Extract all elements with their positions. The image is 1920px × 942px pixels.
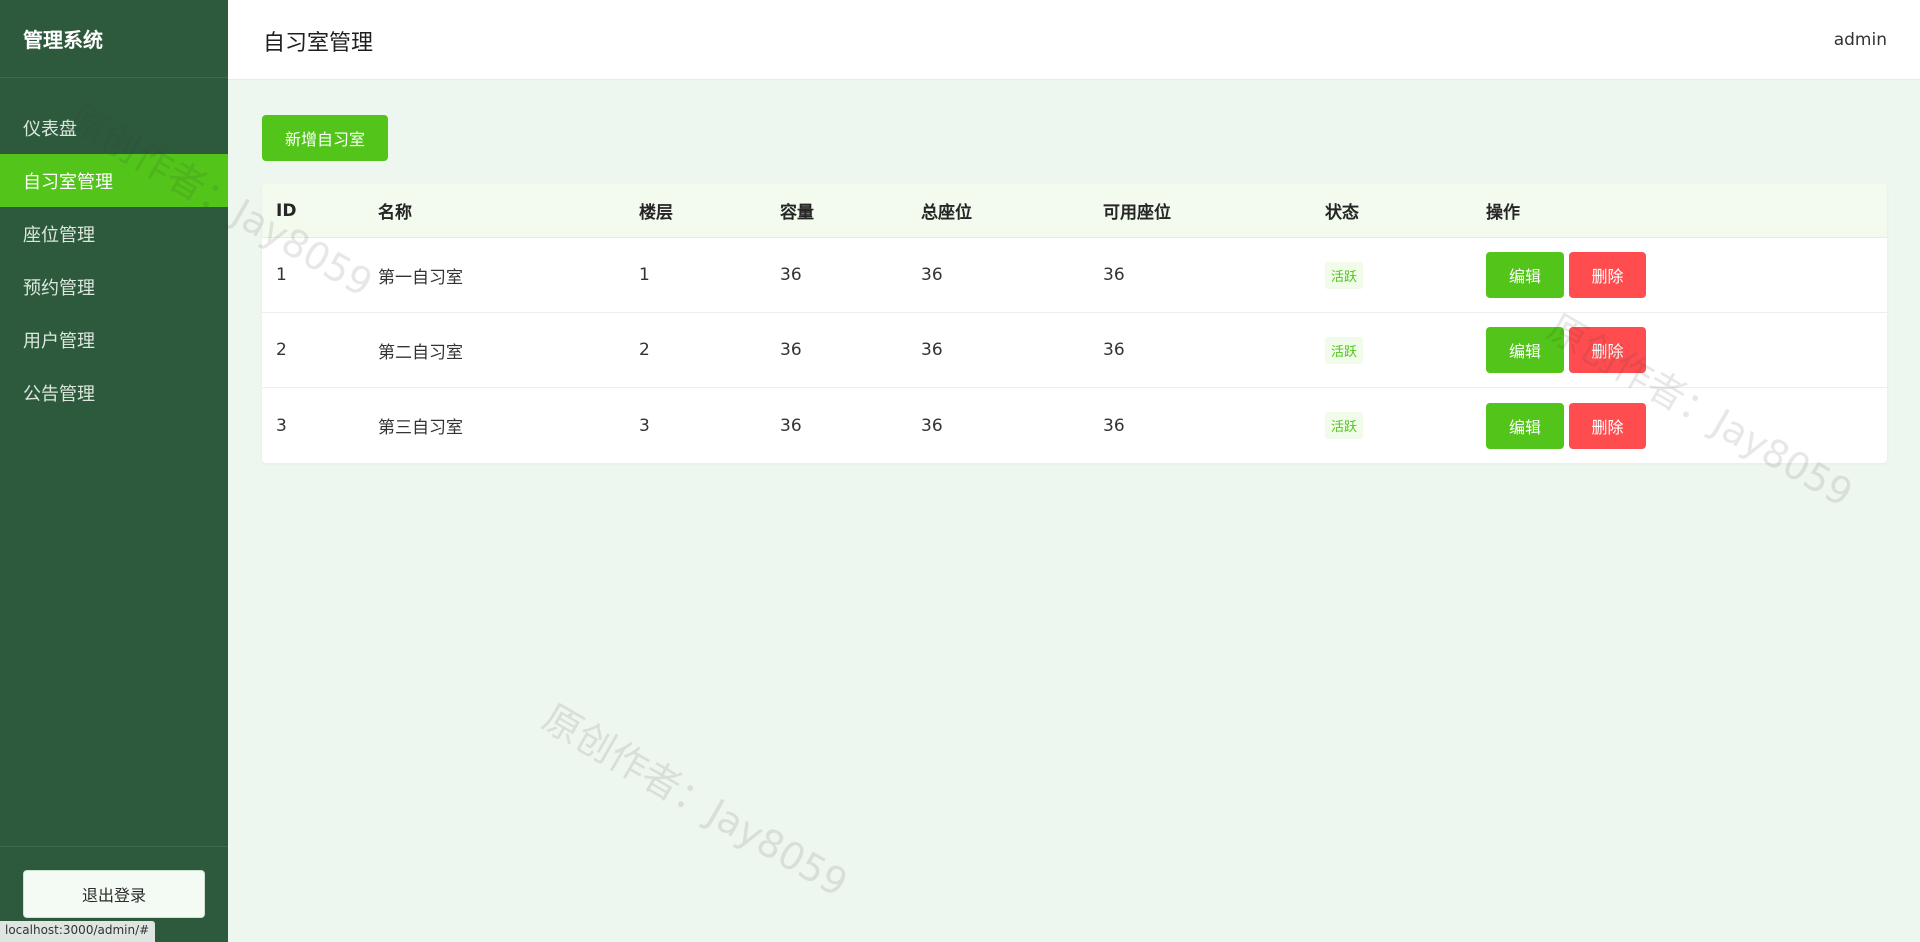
brand-title: 管理系统 bbox=[0, 0, 228, 78]
logout-button[interactable]: 退出登录 bbox=[23, 870, 205, 918]
top-header: 自习室管理 admin bbox=[228, 0, 1920, 80]
sidebar: 管理系统 仪表盘 自习室管理 座位管理 预约管理 用户管理 公告管理 退出登录 bbox=[0, 0, 228, 942]
edit-button[interactable]: 编辑 bbox=[1486, 252, 1564, 298]
sidebar-item-seats[interactable]: 座位管理 bbox=[0, 207, 228, 260]
column-header-status: 状态 bbox=[1325, 203, 1359, 223]
cell-status: 活跃 bbox=[1325, 238, 1364, 312]
delete-button[interactable]: 删除 bbox=[1569, 327, 1646, 373]
current-user: admin bbox=[1833, 30, 1887, 50]
cell-floor: 3 bbox=[639, 415, 650, 436]
sidebar-nav: 仪表盘 自习室管理 座位管理 预约管理 用户管理 公告管理 bbox=[0, 101, 228, 419]
cell-available-seats: 36 bbox=[1103, 415, 1125, 436]
delete-button[interactable]: 删除 bbox=[1569, 402, 1646, 449]
cell-id: 3 bbox=[276, 415, 287, 436]
cell-total-seats: 36 bbox=[921, 340, 943, 360]
edit-button[interactable]: 编辑 bbox=[1486, 327, 1564, 373]
sidebar-item-users[interactable]: 用户管理 bbox=[0, 313, 228, 366]
cell-name: 第三自习室 bbox=[378, 418, 463, 438]
add-study-room-button[interactable]: 新增自习室 bbox=[262, 115, 388, 161]
column-header-floor: 楼层 bbox=[639, 203, 673, 223]
cell-available-seats: 36 bbox=[1103, 265, 1125, 285]
app-root: 管理系统 仪表盘 自习室管理 座位管理 预约管理 用户管理 公告管理 退出登录 … bbox=[0, 0, 1920, 942]
column-header-name: 名称 bbox=[378, 203, 412, 223]
cell-floor: 1 bbox=[639, 265, 650, 285]
edit-button[interactable]: 编辑 bbox=[1486, 402, 1564, 449]
cell-actions: 编辑 删除 bbox=[1486, 238, 1646, 312]
cell-actions: 编辑 删除 bbox=[1486, 313, 1646, 387]
cell-total-seats: 36 bbox=[921, 265, 943, 285]
sidebar-item-dashboard[interactable]: 仪表盘 bbox=[0, 101, 228, 154]
column-header-available-seats: 可用座位 bbox=[1103, 203, 1171, 223]
cell-name: 第二自习室 bbox=[378, 342, 463, 363]
cell-capacity: 36 bbox=[780, 265, 802, 285]
sidebar-item-reservations[interactable]: 预约管理 bbox=[0, 260, 228, 313]
sidebar-item-study-rooms[interactable]: 自习室管理 bbox=[0, 154, 228, 207]
table-row: 2 第二自习室 2 36 36 36 活跃 编辑 删除 bbox=[262, 313, 1887, 388]
status-badge: 活跃 bbox=[1325, 412, 1364, 439]
table-header: ID 名称 楼层 容量 总座位 可用座位 状态 操作 bbox=[262, 184, 1887, 238]
column-header-actions: 操作 bbox=[1486, 203, 1520, 223]
watermark-text: 原创作者：Jay8059 bbox=[535, 695, 855, 906]
cell-capacity: 36 bbox=[780, 340, 802, 360]
column-header-id: ID bbox=[276, 200, 297, 221]
table-row: 1 第一自习室 1 36 36 36 活跃 编辑 删除 bbox=[262, 238, 1887, 313]
status-bar-url: localhost:3000/admin/# bbox=[0, 921, 156, 942]
page-title: 自习室管理 bbox=[263, 31, 374, 56]
cell-status: 活跃 bbox=[1325, 388, 1364, 463]
status-badge: 活跃 bbox=[1325, 261, 1364, 289]
cell-total-seats: 36 bbox=[921, 415, 943, 436]
delete-button[interactable]: 删除 bbox=[1569, 252, 1646, 298]
cell-name: 第一自习室 bbox=[378, 267, 463, 288]
cell-capacity: 36 bbox=[780, 415, 802, 436]
table-row: 3 第三自习室 3 36 36 36 活跃 编辑 删除 bbox=[262, 388, 1887, 463]
cell-available-seats: 36 bbox=[1103, 340, 1125, 360]
cell-status: 活跃 bbox=[1325, 313, 1364, 387]
cell-actions: 编辑 删除 bbox=[1486, 388, 1646, 463]
sidebar-item-announcements[interactable]: 公告管理 bbox=[0, 366, 228, 419]
cell-id: 1 bbox=[276, 265, 287, 285]
status-badge: 活跃 bbox=[1325, 336, 1364, 364]
cell-floor: 2 bbox=[639, 340, 650, 360]
column-header-capacity: 容量 bbox=[780, 203, 814, 223]
study-room-table: ID 名称 楼层 容量 总座位 可用座位 状态 操作 1 第一自习室 1 36 … bbox=[262, 184, 1887, 463]
cell-id: 2 bbox=[276, 340, 287, 360]
column-header-total-seats: 总座位 bbox=[921, 203, 972, 223]
